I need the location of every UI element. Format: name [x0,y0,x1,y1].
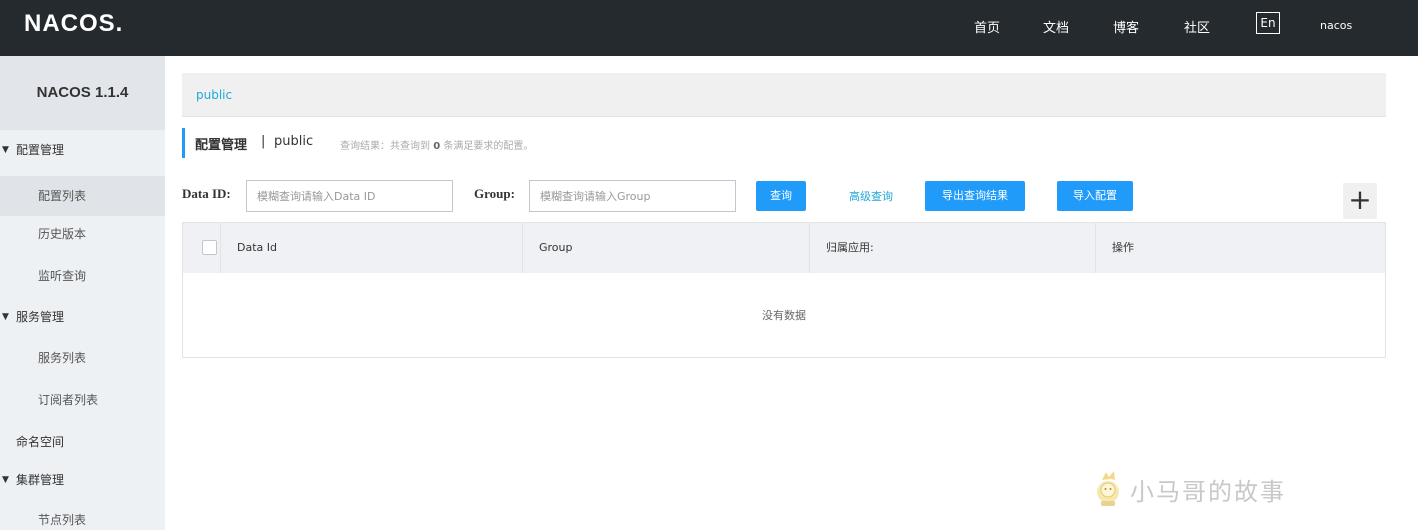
add-config-button[interactable]: + [1343,183,1377,219]
column-header-group[interactable]: Group [523,223,810,273]
language-toggle-button[interactable]: En [1256,12,1280,34]
sidebar-item-config-list[interactable]: 配置列表 [0,176,165,216]
column-header-app[interactable]: 归属应用: [810,223,1096,273]
query-result-summary: 查询结果：共查询到 0 条满足要求的配置。 [340,141,534,152]
nav-community[interactable]: 社区 [1184,17,1210,36]
page-title: 配置管理 [195,138,248,153]
nav-docs[interactable]: 文档 [1043,17,1069,36]
sidebar: NACOS 1.1.4 ▼ 配置管理 配置列表 历史版本 监听查询 ▼ 服务管理… [0,56,165,530]
watermark-text: 小马哥的故事 [1130,478,1286,506]
nav-blog[interactable]: 博客 [1113,17,1139,36]
advanced-query-link[interactable]: 高级查询 [849,188,893,204]
config-table: Data Id Group 归属应用: 操作 没有数据 [182,222,1386,358]
sidebar-item-label: 订阅者列表 [38,393,99,407]
data-id-label: Data ID: [182,186,231,201]
sidebar-item-history[interactable]: 历史版本 [0,214,165,254]
select-all-cell [183,223,221,273]
sidebar-item-label: 服务列表 [38,351,87,365]
sidebar-item-node-list[interactable]: 节点列表 [0,500,165,530]
sidebar-item-subscriber-list[interactable]: 订阅者列表 [0,380,165,420]
sidebar-item-label: 集群管理 [16,473,65,487]
caret-down-icon: ▼ [2,312,9,322]
horse-avatar-icon [1097,471,1119,506]
table-header: Data Id Group 归属应用: 操作 [183,223,1385,273]
group-label: Group: [474,186,515,201]
title-accent-bar [182,128,185,158]
sidebar-item-label: 节点列表 [38,513,87,527]
column-header-data-id[interactable]: Data Id [221,223,523,273]
empty-table-message: 没有数据 [762,309,806,322]
sidebar-group-config[interactable]: ▼ 配置管理 [0,130,165,170]
sidebar-item-namespace[interactable]: 命名空间 [0,422,165,462]
title-separator: | [261,134,266,149]
sidebar-version-title: NACOS 1.1.4 [0,56,165,130]
nacos-logo[interactable]: NACOS. [24,10,123,38]
caret-down-icon: ▼ [2,145,9,155]
namespace-bar: public [182,73,1386,117]
group-input[interactable] [530,181,735,211]
sidebar-item-label: 命名空间 [16,435,65,449]
query-button[interactable]: 查询 [756,181,806,211]
namespace-link-public[interactable]: public [196,88,232,102]
select-all-checkbox[interactable] [202,240,217,255]
sidebar-item-label: 配置管理 [16,143,65,157]
user-menu[interactable]: nacos [1320,19,1352,32]
sidebar-item-label: 监听查询 [38,269,87,283]
sidebar-group-cluster[interactable]: ▼ 集群管理 [0,460,165,500]
data-id-field[interactable] [246,180,453,212]
sidebar-item-listener-query[interactable]: 监听查询 [0,256,165,296]
sidebar-group-service[interactable]: ▼ 服务管理 [0,297,165,337]
export-results-button[interactable]: 导出查询结果 [925,181,1025,211]
column-header-actions: 操作 [1112,241,1134,254]
import-config-button[interactable]: 导入配置 [1057,181,1133,211]
title-namespace: public [274,134,314,149]
data-id-input[interactable] [247,181,452,211]
nav-home[interactable]: 首页 [974,17,1000,36]
sidebar-item-label: 配置列表 [38,189,87,203]
group-field[interactable] [529,180,736,212]
top-navbar: NACOS. 首页 文档 博客 社区 En nacos [0,0,1418,56]
sidebar-item-service-list[interactable]: 服务列表 [0,338,165,378]
sidebar-item-label: 历史版本 [38,227,87,241]
sidebar-item-label: 服务管理 [16,310,65,324]
caret-down-icon: ▼ [2,475,9,485]
